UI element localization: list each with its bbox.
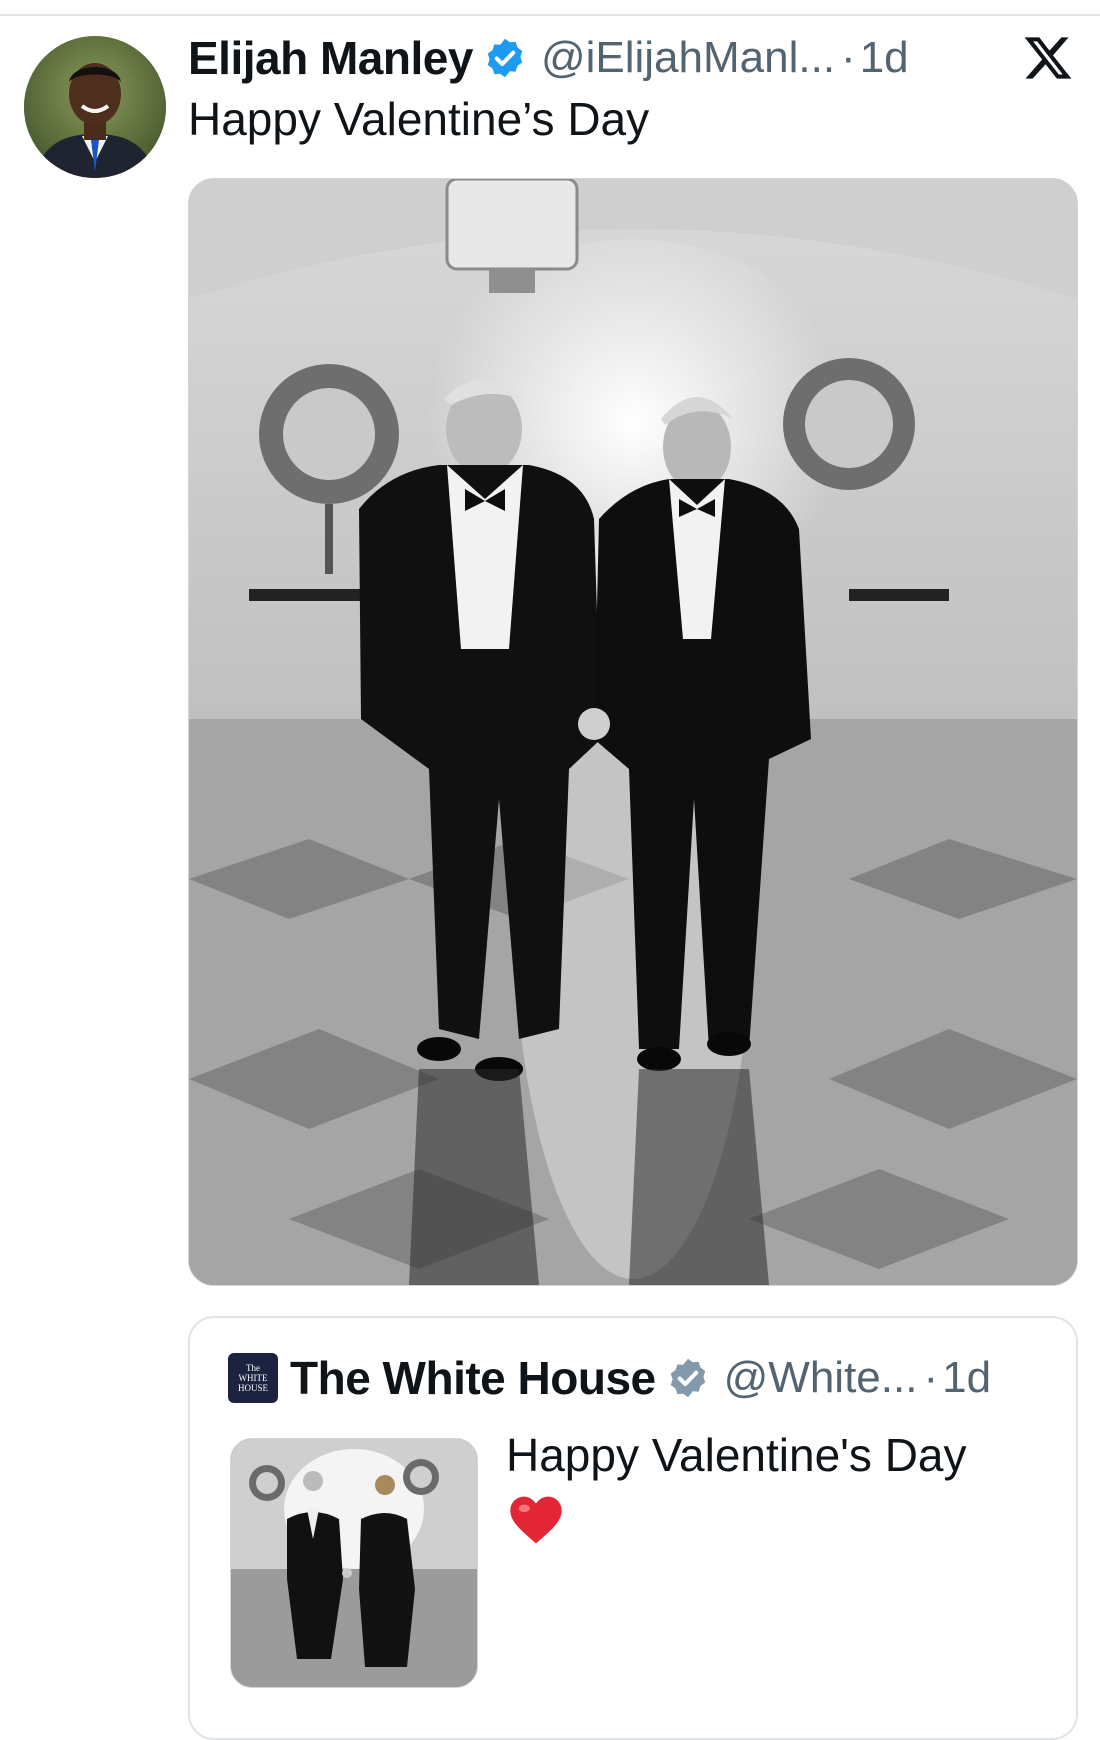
avatar-line-3: HOUSE — [237, 1383, 268, 1393]
separator-dot: · — [841, 33, 856, 82]
tweet-text: Happy Valentine’s Day — [188, 93, 650, 145]
quoted-tweet[interactable]: The WHITE HOUSE The White House @White..… — [188, 1316, 1078, 1740]
quoted-tweet-text: Happy Valentine's Day — [506, 1429, 967, 1481]
avatar-line-2: WHITE — [238, 1373, 268, 1383]
author-avatar[interactable] — [24, 36, 166, 178]
gray-verified-badge-icon — [666, 1356, 710, 1400]
verified-badge-icon — [483, 36, 527, 80]
quoted-author-name[interactable]: The White House — [290, 1351, 656, 1405]
tweet-media-photo[interactable] — [188, 178, 1078, 1286]
quoted-timestamp[interactable]: 1d — [942, 1353, 991, 1403]
right-mirror — [783, 358, 915, 490]
author-handle[interactable]: @iElijahManl... — [541, 33, 835, 83]
tweet-timestamp[interactable]: 1d — [860, 33, 909, 83]
separator-dot: · — [923, 1353, 939, 1402]
quoted-author-handle[interactable]: @White... — [724, 1353, 918, 1403]
top-divider — [0, 14, 1100, 16]
tweet-header: Elijah Manley @iElijahManl... · 1d — [188, 28, 909, 88]
quoted-media-thumbnail[interactable] — [230, 1438, 478, 1688]
author-name[interactable]: Elijah Manley — [188, 31, 473, 85]
white-house-avatar[interactable]: The WHITE HOUSE — [228, 1353, 278, 1403]
avatar-line-1: The — [246, 1363, 260, 1373]
quoted-tweet-header: The WHITE HOUSE The White House @White..… — [228, 1350, 991, 1406]
x-logo-icon[interactable] — [1022, 32, 1074, 84]
heart-emoji-icon — [508, 1494, 564, 1546]
